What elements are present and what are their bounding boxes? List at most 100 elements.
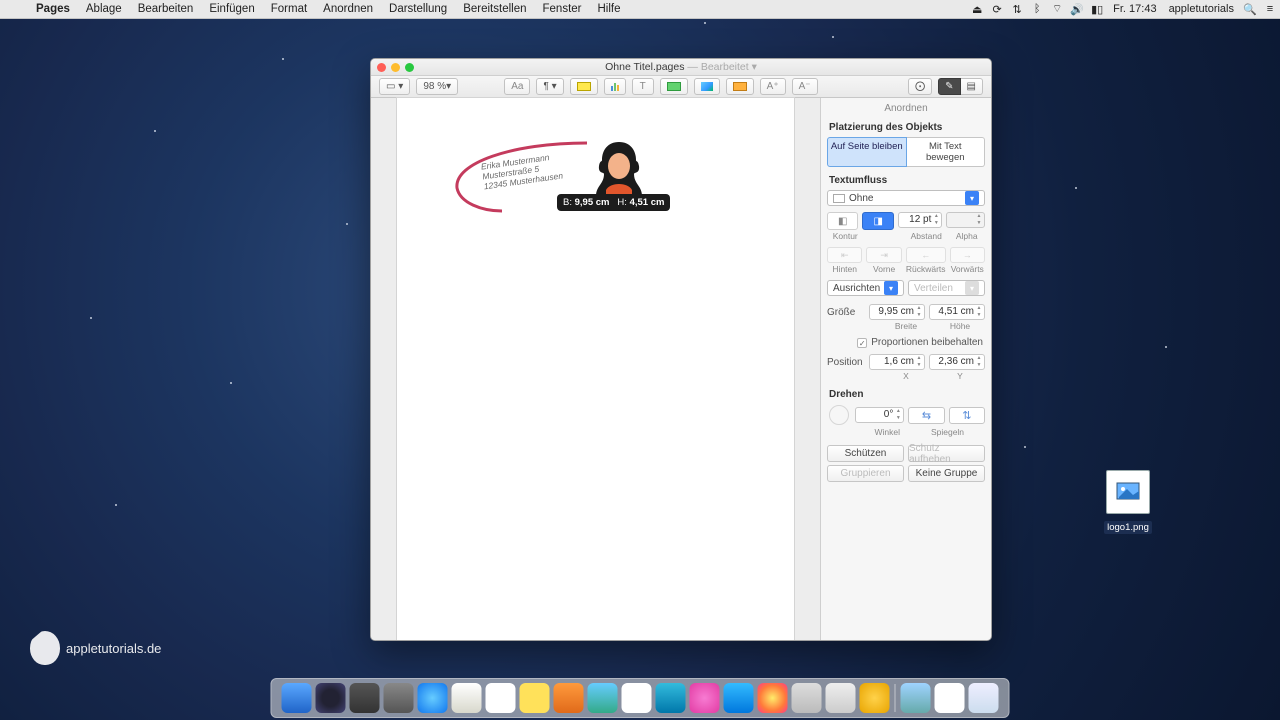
traffic-light-minimize[interactable] (391, 63, 400, 72)
menu-bearbeiten[interactable]: Bearbeiten (130, 3, 202, 15)
menu-anordnen[interactable]: Anordnen (315, 3, 381, 15)
zoom-dropdown[interactable]: 98 % ▾ (416, 78, 458, 95)
wrap-contour-left[interactable]: ◧ (827, 212, 858, 230)
menu-ablage[interactable]: Ablage (78, 3, 130, 15)
apple-logo-icon (30, 631, 60, 665)
menubar-bluetooth-icon[interactable]: ᛒ (1027, 3, 1047, 15)
dropdown-arrow-icon: ▾ (965, 191, 979, 205)
pos-x-field[interactable]: 1,6 cm▲▼ (869, 354, 925, 370)
app-name[interactable]: Pages (28, 3, 78, 15)
dock-preview-icon[interactable] (792, 683, 822, 713)
menubar-wifi-icon[interactable]: ⌔ (1047, 2, 1067, 16)
dock-pages-icon[interactable] (860, 683, 890, 713)
dock-finder-icon[interactable] (282, 683, 312, 713)
window-status: — Bearbeitet (687, 61, 748, 73)
dock-dashboard-icon[interactable] (316, 683, 346, 713)
menu-fenster[interactable]: Fenster (535, 3, 590, 15)
spacing-field[interactable]: 12 pt▲▼ (898, 212, 942, 228)
font-bigger-button[interactable]: A⁺ (760, 78, 786, 95)
view-menu-button[interactable]: ▭ ▾ (379, 78, 410, 95)
align-dropdown[interactable]: Ausrichten▾ (827, 280, 904, 296)
angle-field[interactable]: 0°▲▼ (855, 407, 904, 423)
menubar-battery-icon[interactable]: ▮▯ (1087, 3, 1107, 16)
textbox-button[interactable]: T (632, 78, 654, 95)
dock-document-icon[interactable] (935, 683, 965, 713)
menubar-spotlight-icon[interactable]: 🔍 (1240, 3, 1260, 16)
document-inspector-button[interactable]: ▤ (961, 78, 983, 95)
ungroup-button[interactable]: Keine Gruppe (908, 465, 985, 482)
menubar-drive-icon[interactable]: ⏏ (967, 3, 987, 16)
menu-einfuegen[interactable]: Einfügen (201, 3, 262, 15)
menubar-timemachine-icon[interactable]: ⟳ (987, 3, 1007, 16)
wrap-dropdown[interactable]: Ohne ▾ (827, 190, 985, 206)
format-inspector-button[interactable]: ✎ (938, 78, 960, 95)
dock-calendar-icon[interactable] (486, 683, 516, 713)
wrap-header: Textumfluss (821, 173, 991, 188)
dock-safari-icon[interactable] (418, 683, 448, 713)
height-field[interactable]: 4,51 cm▲▼ (929, 304, 985, 320)
desktop-file-logo[interactable]: logo1.png (1103, 470, 1153, 535)
group-button: Gruppieren (827, 465, 904, 482)
dock-mail-icon[interactable] (656, 683, 686, 713)
text-style-button[interactable]: Aa (504, 78, 530, 95)
chart-button[interactable] (604, 78, 626, 95)
dock-launchpad-icon[interactable] (350, 683, 380, 713)
highlight-button[interactable] (570, 78, 598, 95)
menubar-volume-icon[interactable]: 🔊 (1067, 3, 1087, 16)
logo-avatar (592, 138, 646, 200)
dock-numbers-icon[interactable] (588, 683, 618, 713)
placement-seg: Auf Seite bleiben Mit Text bewegen (827, 137, 985, 167)
menu-format[interactable]: Format (263, 3, 315, 15)
wrap-contour-both[interactable]: ◨ (862, 212, 893, 230)
pos-y-field[interactable]: 2,36 cm▲▼ (929, 354, 985, 370)
order-front-button[interactable]: ⇥ (866, 247, 901, 263)
arrange-inspector: Anordnen Platzierung des Objekts Auf Sei… (821, 98, 991, 640)
rotation-dial[interactable] (829, 405, 849, 425)
menubar: Pages Ablage Bearbeiten Einfügen Format … (0, 0, 1280, 19)
dock-notes-icon[interactable] (520, 683, 550, 713)
traffic-light-zoom[interactable] (405, 63, 414, 72)
dock-automator-icon[interactable] (826, 683, 856, 713)
dock-itunes-icon[interactable] (690, 683, 720, 713)
menubar-user[interactable]: appletutorials (1163, 3, 1240, 15)
desktop-file-name: logo1.png (1104, 521, 1152, 534)
dock-keynote-icon[interactable] (622, 683, 652, 713)
tips-button[interactable]: ⨀ (908, 78, 932, 95)
comment-button[interactable] (726, 78, 754, 95)
dock-downloads-icon[interactable] (901, 683, 931, 713)
font-smaller-button[interactable]: A⁻ (792, 78, 818, 95)
dock-appstore-icon[interactable] (724, 683, 754, 713)
shape-button[interactable] (660, 78, 688, 95)
titlebar[interactable]: Ohne Titel.pages — Bearbeitet ▾ (371, 59, 991, 76)
dock-trash-icon[interactable] (969, 683, 999, 713)
protect-button[interactable]: Schützen (827, 445, 904, 462)
dock (271, 678, 1010, 718)
menu-hilfe[interactable]: Hilfe (590, 3, 629, 15)
menu-darstellung[interactable]: Darstellung (381, 3, 455, 15)
paragraph-button[interactable]: ¶ ▾ (536, 78, 563, 95)
order-backward-button[interactable]: ← (906, 247, 946, 263)
dock-textedit-icon[interactable] (452, 683, 482, 713)
media-button[interactable] (694, 78, 720, 95)
dock-settings-icon[interactable] (384, 683, 414, 713)
flip-horizontal-button[interactable]: ⇆ (908, 407, 944, 424)
menubar-notifications-icon[interactable]: ≡ (1260, 3, 1280, 15)
proportions-checkbox[interactable]: ✓ (857, 338, 867, 348)
menubar-sync-icon[interactable]: ⇅ (1007, 3, 1027, 16)
traffic-light-close[interactable] (377, 63, 386, 72)
order-back-button[interactable]: ⇤ (827, 247, 862, 263)
flip-vertical-button[interactable]: ⇅ (949, 407, 985, 424)
menu-bereitstellen[interactable]: Bereitstellen (455, 3, 534, 15)
width-field[interactable]: 9,95 cm▲▼ (869, 304, 925, 320)
menubar-clock[interactable]: Fr. 17:43 (1107, 3, 1162, 15)
placement-move-with-text[interactable]: Mit Text bewegen (907, 137, 986, 167)
kontur-label: Kontur (827, 231, 864, 241)
page[interactable]: Erika Mustermann Musterstraße 5 12345 Mu… (397, 98, 794, 640)
placement-stay[interactable]: Auf Seite bleiben (827, 137, 907, 167)
document-canvas[interactable]: Erika Mustermann Musterstraße 5 12345 Mu… (371, 98, 821, 640)
dock-ibooks-icon[interactable] (554, 683, 584, 713)
dock-photos-icon[interactable] (758, 683, 788, 713)
placement-header: Platzierung des Objekts (821, 120, 991, 135)
order-forward-button[interactable]: → (950, 247, 985, 263)
inspector-title: Anordnen (821, 98, 991, 120)
